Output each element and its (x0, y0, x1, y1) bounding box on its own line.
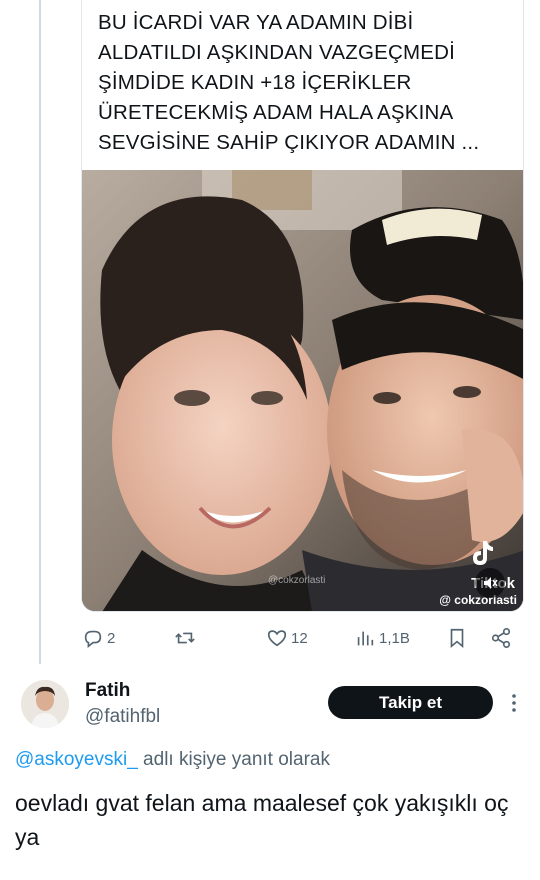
avatar[interactable] (21, 680, 69, 728)
quoted-tweet-card[interactable]: BU İCARDİ VAR YA ADAMIN DİBİ ALDATILDI A… (81, 0, 524, 612)
follow-button[interactable]: Takip et (328, 686, 493, 719)
reply-context: @askoyevski_ adlı kişiye yanıt olarak (15, 749, 330, 771)
reply-to-mention-link[interactable]: @askoyevski_ (15, 749, 138, 770)
retweet-action[interactable] (174, 624, 199, 652)
more-options-button[interactable] (508, 690, 520, 716)
author-handle[interactable]: @fatihfbl (85, 706, 160, 728)
share-action[interactable] (490, 624, 512, 652)
tiktok-logo-icon (473, 541, 493, 565)
video-frame (82, 170, 523, 611)
bookmark-action[interactable] (446, 624, 468, 652)
avatar-image (21, 680, 69, 728)
views-action[interactable]: 1,1B (354, 624, 410, 652)
quoted-tweet-text: BU İCARDİ VAR YA ADAMIN DİBİ ALDATILDI A… (98, 11, 480, 154)
author-name[interactable]: Fatih (85, 680, 130, 702)
reply-icon (84, 630, 102, 648)
thread-connector-line (39, 0, 41, 664)
bookmark-icon (450, 628, 464, 649)
more-dots-icon (512, 694, 516, 712)
retweet-icon (175, 632, 195, 644)
mute-button[interactable] (475, 568, 505, 598)
video-watermark: @cokzorlasti (268, 575, 326, 586)
share-icon (491, 628, 511, 648)
views-chart-icon (357, 631, 374, 646)
speaker-muted-icon (484, 577, 498, 589)
like-count: 12 (291, 629, 308, 647)
tweet-action-bar: 2 12 1,1B (82, 624, 522, 652)
views-count: 1,1B (379, 629, 410, 647)
tweet-video[interactable]: @cokzorlasti Tiktok @ cokzorlasti (82, 170, 523, 611)
reply-to-suffix: adlı kişiye yanıt olarak (137, 749, 330, 770)
reply-action[interactable]: 2 (82, 624, 115, 652)
heart-icon (267, 630, 287, 647)
reply-count: 2 (107, 629, 116, 647)
tiktok-handle: @ cokzorlasti (439, 593, 517, 607)
like-action[interactable]: 12 (266, 624, 308, 652)
reply-tweet-text: oevladı gvat felan ama maalesef çok yakı… (15, 790, 509, 850)
